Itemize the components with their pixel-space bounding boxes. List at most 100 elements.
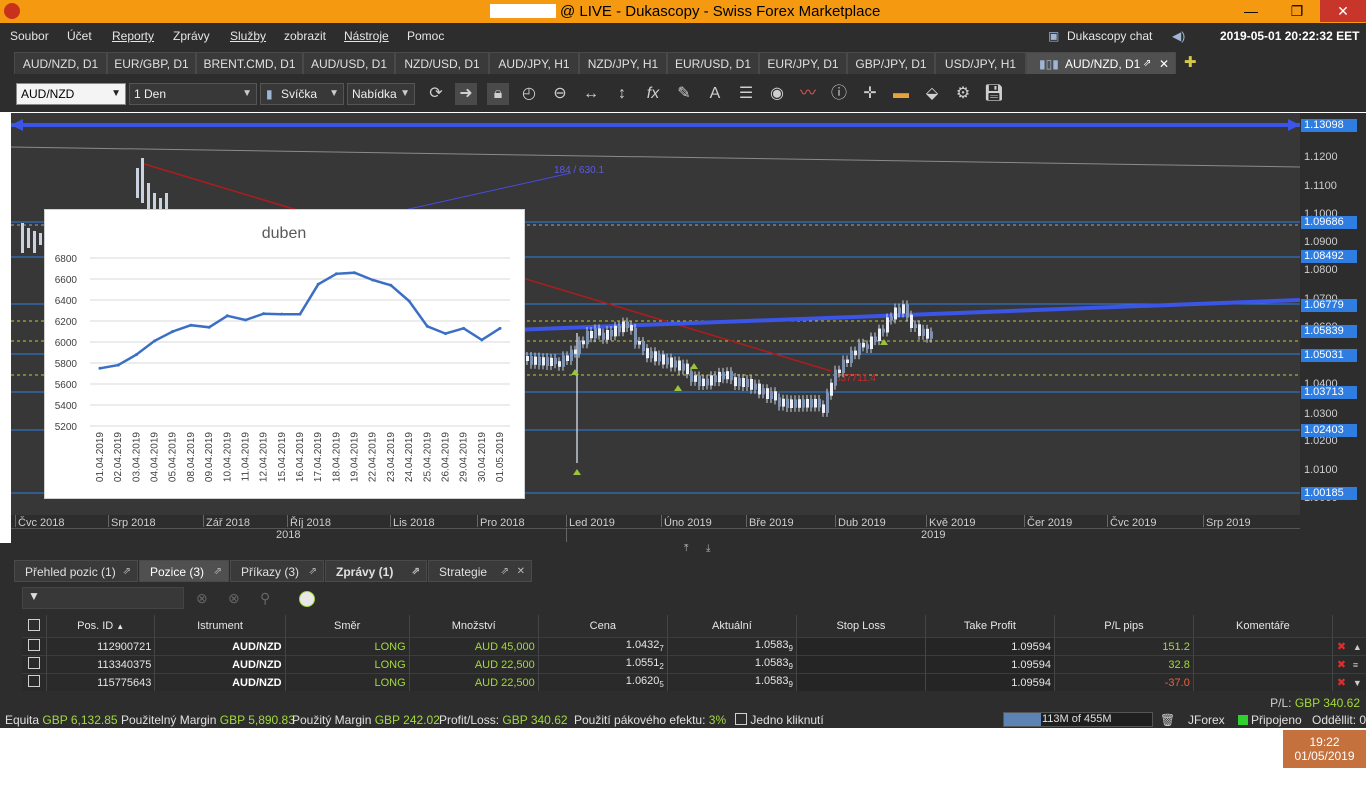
popout-icon[interactable]: ⇗: [501, 561, 509, 583]
tab-eurgbp[interactable]: EUR/GBP, D1: [107, 52, 196, 74]
popout-icon[interactable]: ⇗: [309, 561, 317, 583]
pie-chart-icon[interactable]: [299, 591, 315, 607]
maximize-button[interactable]: ❐: [1274, 0, 1320, 22]
eye-icon[interactable]: ◉: [766, 83, 788, 105]
lock-icon[interactable]: 🔒︎: [487, 83, 509, 105]
popout-icon[interactable]: ⇗: [123, 561, 131, 583]
one-click-toggle[interactable]: Jedno kliknutí: [735, 713, 824, 727]
tab-audnzd-active[interactable]: AUD/NZD, D1 ▮▯▮ ⇗ ✕: [1026, 52, 1176, 74]
col-pos-id[interactable]: Pos. ID ▲: [46, 615, 156, 638]
close-position-icon[interactable]: ✖: [1332, 673, 1350, 691]
table-row[interactable]: 115775643 AUD/NZD LONG AUD 22,500 1.0620…: [22, 673, 1366, 691]
taskbar-clock[interactable]: 19:22 01/05/2019: [1283, 730, 1366, 768]
period-select[interactable]: 1 Den ▼: [129, 83, 257, 105]
menu-reporty[interactable]: Reporty: [112, 29, 154, 43]
scroll-down-icon[interactable]: ▼: [1349, 673, 1366, 691]
tab-eurjpy[interactable]: EUR/JPY, D1: [759, 52, 847, 74]
horizontal-scale-icon[interactable]: ↔: [580, 83, 602, 105]
tab-nzdjpy[interactable]: NZD/JPY, H1: [579, 52, 667, 74]
zoom-icon[interactable]: ⊖: [549, 83, 571, 105]
comment[interactable]: [1193, 637, 1333, 656]
gear-icon[interactable]: ⚙: [952, 83, 974, 105]
expand-down-icon[interactable]: ⤓: [706, 543, 710, 554]
chat-icon[interactable]: ▣: [1048, 29, 1059, 43]
scroll-up-icon[interactable]: ▲: [1349, 637, 1366, 656]
col-amount[interactable]: Množství: [409, 615, 539, 638]
scrollbar-grip-icon[interactable]: ≡: [1349, 655, 1366, 674]
menu-pomoc[interactable]: Pomoc: [407, 29, 444, 43]
stop-loss[interactable]: [796, 655, 926, 674]
instrument-select[interactable]: AUD/NZD ▼: [16, 83, 126, 105]
row-checkbox[interactable]: [27, 657, 40, 669]
level-icon[interactable]: ▬: [890, 83, 912, 105]
tab-usdjpy[interactable]: USD/JPY, H1: [935, 52, 1026, 74]
pattern-icon[interactable]: 〰: [797, 83, 819, 105]
close-selected-icon[interactable]: ⊗: [228, 590, 240, 607]
minimize-button[interactable]: —: [1228, 0, 1274, 22]
tab-messages[interactable]: Zprávy (1) ⇗: [325, 560, 427, 582]
menu-soubor[interactable]: Soubor: [10, 29, 49, 43]
col-instrument[interactable]: Istrument: [154, 615, 286, 638]
menu-zobrazit[interactable]: zobrazit: [284, 29, 326, 43]
expand-up-icon[interactable]: ⤒: [684, 543, 688, 554]
speaker-icon[interactable]: ◀): [1172, 29, 1185, 43]
chat-button[interactable]: Dukascopy chat: [1067, 29, 1152, 43]
tab-nzdusd[interactable]: NZD/USD, D1: [395, 52, 489, 74]
bucket-icon[interactable]: ⬙: [921, 83, 943, 105]
tab-strategies[interactable]: Strategie ⇗ ✕: [428, 560, 532, 582]
style-select[interactable]: ▮ Svíčka ▼: [260, 83, 344, 105]
filter-input[interactable]: ▼: [22, 587, 184, 609]
close-position-icon[interactable]: ✖: [1332, 655, 1350, 674]
tab-audnzd[interactable]: AUD/NZD, D1: [14, 52, 107, 74]
table-row[interactable]: 113340375 AUD/NZD LONG AUD 22,500 1.0551…: [22, 655, 1366, 674]
col-direction[interactable]: Směr: [285, 615, 410, 638]
take-profit[interactable]: 1.09594: [925, 655, 1055, 674]
save-icon[interactable]: 💾︎: [983, 83, 1005, 105]
tab-orders[interactable]: Příkazy (3) ⇗: [230, 560, 324, 582]
popout-icon[interactable]: ⇗: [1143, 53, 1151, 75]
refresh-icon[interactable]: ⟳: [425, 83, 447, 105]
close-tab-icon[interactable]: ✕: [1159, 53, 1169, 75]
close-all-icon[interactable]: ⊗: [196, 590, 208, 607]
tab-gbpjpy[interactable]: GBP/JPY, D1: [847, 52, 935, 74]
crosshair-icon[interactable]: ✛: [859, 83, 881, 105]
fib-line[interactable]: [390, 172, 572, 214]
menu-sluzby[interactable]: Služby: [230, 29, 266, 43]
select-all-checkbox[interactable]: [27, 618, 40, 631]
take-profit[interactable]: 1.09594: [925, 637, 1055, 656]
comment[interactable]: [1193, 673, 1333, 691]
vertical-scale-icon[interactable]: ↕: [611, 83, 633, 105]
col-price[interactable]: Cena: [538, 615, 668, 638]
col-current[interactable]: Aktuální: [667, 615, 797, 638]
comment[interactable]: [1193, 655, 1333, 674]
menu-zpravy[interactable]: Zprávy: [173, 29, 210, 43]
menu-nastroje[interactable]: Nástroje: [344, 29, 389, 43]
pencil-icon[interactable]: ✎: [673, 83, 695, 105]
layers-icon[interactable]: ☰: [735, 83, 757, 105]
col-take-profit[interactable]: Take Profit: [925, 615, 1055, 638]
tab-eurusd[interactable]: EUR/USD, D1: [667, 52, 759, 74]
clock-icon[interactable]: ◴: [518, 83, 540, 105]
indicators-icon[interactable]: fx: [642, 83, 664, 105]
panel-splitter[interactable]: ⤒ ⤓: [0, 543, 1366, 557]
close-position-icon[interactable]: ✖: [1332, 637, 1350, 656]
stop-loss[interactable]: [796, 673, 926, 691]
popout-icon[interactable]: ⇗: [214, 561, 222, 583]
tab-position-summary[interactable]: Přehled pozic (1) ⇗: [14, 560, 138, 582]
table-row[interactable]: 112900721 AUD/NZD LONG AUD 45,000 1.0432…: [22, 637, 1366, 656]
tab-brent[interactable]: BRENT.CMD, D1: [196, 52, 303, 74]
close-tab-icon[interactable]: ✕: [517, 561, 525, 583]
row-checkbox[interactable]: [27, 675, 40, 687]
popout-icon[interactable]: ⇗: [412, 561, 420, 583]
col-comments[interactable]: Komentáře: [1193, 615, 1333, 638]
col-pl-pips[interactable]: P/L pips: [1054, 615, 1194, 638]
stop-loss[interactable]: [796, 637, 926, 656]
trash-icon[interactable]: 🗑︎: [1160, 713, 1175, 727]
shift-chart-icon[interactable]: ➜: [455, 83, 477, 105]
time-axis[interactable]: Čvc 2018 Srp 2018 Zář 2018 Říj 2018 Lis …: [11, 515, 1300, 543]
side-select[interactable]: Nabídka ▼: [347, 83, 415, 105]
tab-positions[interactable]: Pozice (3) ⇗: [139, 560, 229, 582]
tab-audusd[interactable]: AUD/USD, D1: [303, 52, 395, 74]
gray-trend-line[interactable]: [11, 146, 1300, 168]
col-stop-loss[interactable]: Stop Loss: [796, 615, 926, 638]
